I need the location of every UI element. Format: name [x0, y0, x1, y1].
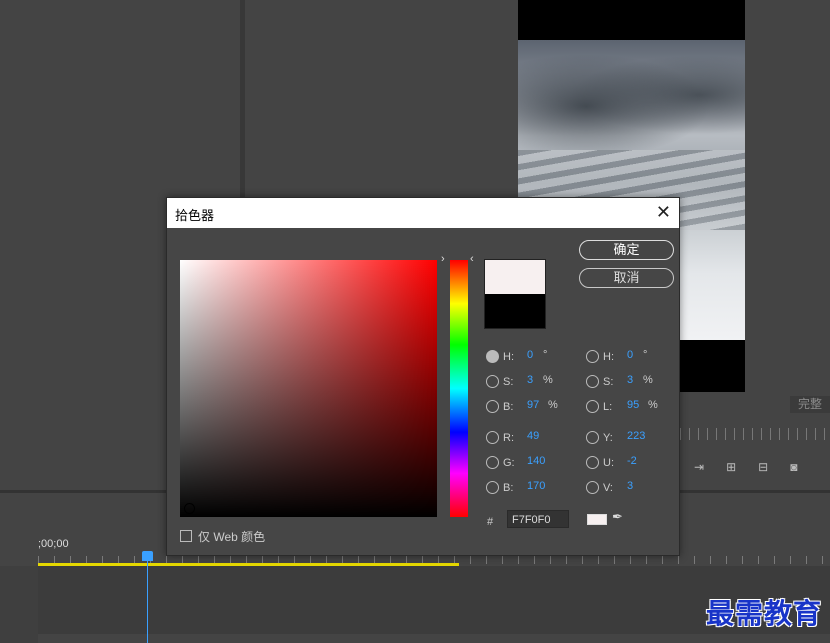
left_fields-unit: % [543, 374, 553, 386]
extract-icon[interactable]: ⊟ [758, 460, 768, 476]
saturation-brightness-field[interactable] [180, 260, 437, 517]
right_fields-radio[interactable] [586, 431, 599, 444]
hue-slider[interactable] [450, 260, 468, 517]
left_fields-label: S: [503, 376, 514, 388]
right_fields-value[interactable]: 95 [627, 399, 639, 411]
right_fields-label: Y: [603, 432, 613, 444]
left_fields-value[interactable]: 0 [527, 349, 533, 361]
left_fields-radio[interactable] [486, 431, 499, 444]
web-colors-checkbox[interactable] [180, 530, 192, 542]
monitor-ruler [680, 428, 830, 440]
resolution-dropdown[interactable]: 完整 [790, 396, 830, 413]
monitor-toolbar: ⇥ ⊞ ⊟ ◙ [694, 460, 830, 476]
right_fields-label: V: [603, 482, 613, 494]
right_fields-label: U: [603, 457, 614, 469]
left_fields-value[interactable]: 97 [527, 399, 539, 411]
left_fields-label: G: [503, 457, 515, 469]
right_fields-unit: ° [643, 349, 648, 361]
right_fields-label: S: [603, 376, 614, 388]
right_fields-radio[interactable] [586, 481, 599, 494]
playhead-line[interactable] [147, 560, 148, 643]
left_fields-radio[interactable] [486, 375, 499, 388]
right_fields-label: L: [603, 401, 613, 413]
track-header [0, 566, 38, 643]
color-selector-marker[interactable] [184, 503, 195, 514]
color-swatch [587, 514, 607, 525]
lift-icon[interactable]: ⊞ [726, 460, 736, 476]
hex-input[interactable]: F7F0F0 [507, 510, 569, 528]
playhead-handle[interactable] [142, 551, 153, 561]
camera-icon[interactable]: ◙ [790, 460, 797, 476]
original-color-preview[interactable] [484, 294, 546, 329]
right_fields-value[interactable]: -2 [627, 455, 637, 467]
dialog-titlebar[interactable]: 拾色器 ✕ [167, 198, 679, 228]
color-picker-dialog: 拾色器 ✕ › ‹ 确定 取消 H: 0 ° S: 3% B: 97% R: 49 G: 140 B:… [166, 197, 680, 556]
close-icon[interactable]: ✕ [656, 202, 671, 222]
right_fields-radio[interactable] [586, 400, 599, 413]
left_fields-label: B: [503, 482, 514, 494]
left_fields-label: R: [503, 432, 514, 444]
right_fields-value[interactable]: 0 [627, 349, 633, 361]
left_fields-radio[interactable] [486, 350, 499, 363]
video-frame-trees [518, 40, 745, 150]
right_fields-value[interactable]: 3 [627, 374, 633, 386]
timeline-timecode[interactable]: ;00;00 [38, 538, 69, 550]
right_fields-radio[interactable] [586, 456, 599, 469]
hue-slider-left-arrow-icon[interactable]: › [441, 253, 445, 265]
hue-slider-right-arrow-icon[interactable]: ‹ [470, 253, 474, 265]
left_fields-value[interactable]: 3 [527, 374, 533, 386]
right_fields-unit: % [643, 374, 653, 386]
insert-icon[interactable]: ⇥ [694, 460, 704, 476]
right_fields-unit: % [648, 399, 658, 411]
eyedropper-icon[interactable]: ✒ [612, 509, 628, 525]
right_fields-radio[interactable] [586, 350, 599, 363]
hex-hash: # [487, 516, 494, 528]
left_fields-unit: ° [543, 349, 548, 361]
left_fields-value[interactable]: 140 [527, 455, 545, 467]
left_fields-radio[interactable] [486, 400, 499, 413]
watermark-logo: 最需教育 [706, 597, 823, 630]
web-colors-label: 仅 Web 颜色 [198, 530, 266, 544]
right_fields-label: H: [603, 351, 614, 363]
left_fields-value[interactable]: 49 [527, 430, 539, 442]
right_fields-radio[interactable] [586, 375, 599, 388]
new-color-preview [484, 259, 546, 295]
cancel-button[interactable]: 取消 [579, 268, 674, 288]
left_fields-radio[interactable] [486, 481, 499, 494]
left_fields-value[interactable]: 170 [527, 480, 545, 492]
left_fields-label: H: [503, 351, 514, 363]
right_fields-value[interactable]: 3 [627, 480, 633, 492]
left_fields-label: B: [503, 401, 514, 413]
right_fields-value[interactable]: 223 [627, 430, 645, 442]
dialog-title: 拾色器 [175, 208, 215, 223]
ok-button[interactable]: 确定 [579, 240, 674, 260]
left_fields-radio[interactable] [486, 456, 499, 469]
left_fields-unit: % [548, 399, 558, 411]
